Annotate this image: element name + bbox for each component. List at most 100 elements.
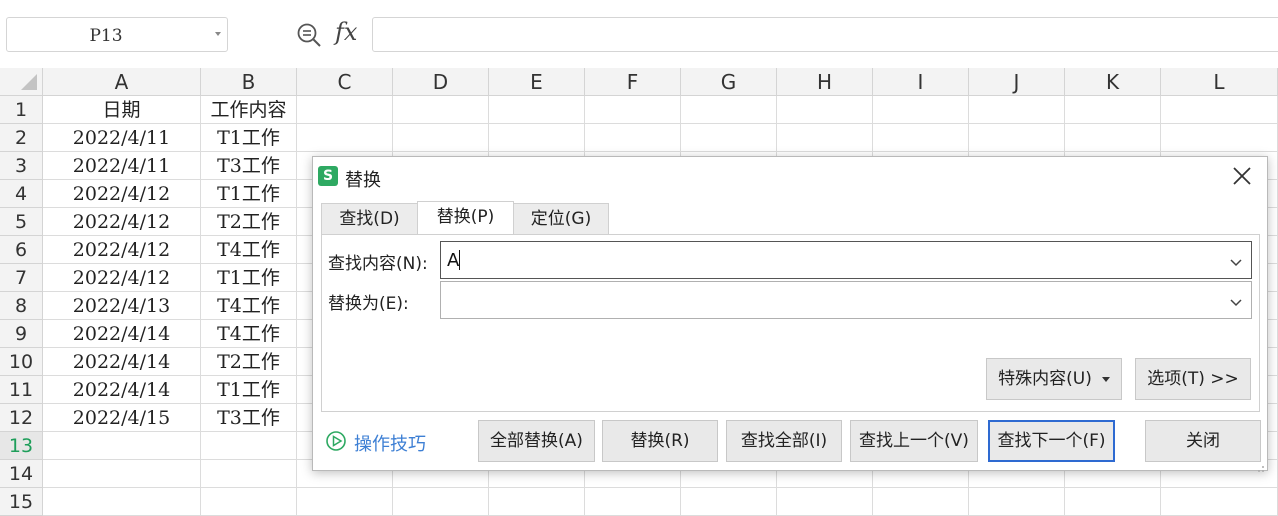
find-input[interactable]: A — [440, 241, 1252, 279]
cell-k2[interactable] — [1065, 124, 1161, 152]
row-header-2[interactable]: 2 — [0, 124, 43, 152]
special-content-button[interactable]: 特殊内容(U) — [986, 358, 1122, 400]
column-header-d[interactable]: D — [393, 68, 489, 96]
cell-a14[interactable] — [43, 460, 201, 488]
column-header-e[interactable]: E — [489, 68, 585, 96]
column-header-b[interactable]: B — [201, 68, 297, 96]
column-header-l[interactable]: L — [1161, 68, 1278, 96]
tab-find[interactable]: 查找(D) — [321, 203, 418, 235]
row-header-14[interactable]: 14 — [0, 460, 43, 488]
column-header-f[interactable]: F — [585, 68, 681, 96]
cell-a4[interactable]: 2022/4/12 — [43, 180, 201, 208]
column-header-i[interactable]: I — [873, 68, 969, 96]
column-header-h[interactable]: H — [777, 68, 873, 96]
cell-e1[interactable] — [489, 96, 585, 124]
cell-d2[interactable] — [393, 124, 489, 152]
cell-a3[interactable]: 2022/4/11 — [43, 152, 201, 180]
row-header-10[interactable]: 10 — [0, 348, 43, 376]
cell-b7[interactable]: T1工作 — [201, 264, 297, 292]
cell-b2[interactable]: T1工作 — [201, 124, 297, 152]
cell-b4[interactable]: T1工作 — [201, 180, 297, 208]
cell-h1[interactable] — [777, 96, 873, 124]
cell-g1[interactable] — [681, 96, 777, 124]
find-label: 查找内容(N): — [328, 254, 428, 274]
options-button[interactable]: 选项(T) >> — [1135, 358, 1251, 400]
replace-input[interactable] — [440, 281, 1252, 319]
cell-a9[interactable]: 2022/4/14 — [43, 320, 201, 348]
cell-k1[interactable] — [1065, 96, 1161, 124]
cell-h2[interactable] — [777, 124, 873, 152]
find-all-button[interactable]: 查找全部(I) — [726, 420, 842, 462]
row-header-1[interactable]: 1 — [0, 96, 43, 124]
chevron-down-icon[interactable] — [1229, 294, 1243, 307]
cell-f2[interactable] — [585, 124, 681, 152]
find-next-button[interactable]: 查找下一个(F) — [988, 420, 1115, 462]
column-header-c[interactable]: C — [297, 68, 393, 96]
cell-l2[interactable] — [1161, 124, 1278, 152]
cell-b10[interactable]: T2工作 — [201, 348, 297, 376]
cell-a12[interactable]: 2022/4/15 — [43, 404, 201, 432]
find-previous-button[interactable]: 查找上一个(V) — [850, 420, 978, 462]
column-header-a[interactable]: A — [43, 68, 201, 96]
chevron-down-icon[interactable] — [215, 32, 221, 36]
row-header-3[interactable]: 3 — [0, 152, 43, 180]
cell-b14[interactable] — [201, 460, 297, 488]
cell-b5[interactable]: T2工作 — [201, 208, 297, 236]
cell-b13[interactable] — [201, 432, 297, 460]
row-header-6[interactable]: 6 — [0, 236, 43, 264]
cell-a11[interactable]: 2022/4/14 — [43, 376, 201, 404]
cell-a5[interactable]: 2022/4/12 — [43, 208, 201, 236]
cell-d1[interactable] — [393, 96, 489, 124]
replace-button[interactable]: 替换(R) — [602, 420, 718, 462]
row-header-9[interactable]: 9 — [0, 320, 43, 348]
name-box[interactable]: P13 — [6, 17, 228, 52]
row-header-8[interactable]: 8 — [0, 292, 43, 320]
cell-c1[interactable] — [297, 96, 393, 124]
zoom-search-icon[interactable] — [296, 22, 322, 48]
cell-f1[interactable] — [585, 96, 681, 124]
cell-b6[interactable]: T4工作 — [201, 236, 297, 264]
cell-i2[interactable] — [873, 124, 969, 152]
replace-all-button[interactable]: 全部替换(A) — [478, 420, 595, 462]
close-icon[interactable] — [1231, 165, 1253, 187]
cell-b12[interactable]: T3工作 — [201, 404, 297, 432]
cell-a13[interactable] — [43, 432, 201, 460]
cell-i1[interactable] — [873, 96, 969, 124]
close-button[interactable]: 关闭 — [1145, 420, 1261, 462]
cell-b9[interactable]: T4工作 — [201, 320, 297, 348]
cell-e2[interactable] — [489, 124, 585, 152]
cell-b3[interactable]: T3工作 — [201, 152, 297, 180]
cell-j2[interactable] — [969, 124, 1065, 152]
cell-a2[interactable]: 2022/4/11 — [43, 124, 201, 152]
cell-l1[interactable] — [1161, 96, 1278, 124]
column-header-g[interactable]: G — [681, 68, 777, 96]
dialog-titlebar[interactable]: S 替换 — [313, 157, 1267, 195]
row-header-11[interactable]: 11 — [0, 376, 43, 404]
cell-b8[interactable]: T4工作 — [201, 292, 297, 320]
cell-a10[interactable]: 2022/4/14 — [43, 348, 201, 376]
fx-icon[interactable]: fx — [335, 18, 357, 46]
column-header-j[interactable]: J — [969, 68, 1065, 96]
cell-j1[interactable] — [969, 96, 1065, 124]
cell-c2[interactable] — [297, 124, 393, 152]
resize-grip-icon[interactable] — [1255, 458, 1265, 472]
cell-a6[interactable]: 2022/4/12 — [43, 236, 201, 264]
column-header-k[interactable]: K — [1065, 68, 1161, 96]
cell-g2[interactable] — [681, 124, 777, 152]
row-header-4[interactable]: 4 — [0, 180, 43, 208]
cell-b11[interactable]: T1工作 — [201, 376, 297, 404]
formula-input[interactable] — [372, 17, 1278, 52]
find-input-value: A — [447, 250, 460, 271]
cell-a1[interactable]: 日期 — [43, 96, 201, 124]
chevron-down-icon[interactable] — [1229, 254, 1243, 267]
row-header-13[interactable]: 13 — [0, 432, 43, 460]
cell-a8[interactable]: 2022/4/13 — [43, 292, 201, 320]
row-header-12[interactable]: 12 — [0, 404, 43, 432]
cell-b1[interactable]: 工作内容 — [201, 96, 297, 124]
row-header-7[interactable]: 7 — [0, 264, 43, 292]
cell-a7[interactable]: 2022/4/12 — [43, 264, 201, 292]
tab-goto[interactable]: 定位(G) — [513, 203, 609, 235]
tab-replace[interactable]: 替换(P) — [417, 201, 514, 236]
select-all-corner[interactable] — [0, 68, 43, 96]
row-header-5[interactable]: 5 — [0, 208, 43, 236]
